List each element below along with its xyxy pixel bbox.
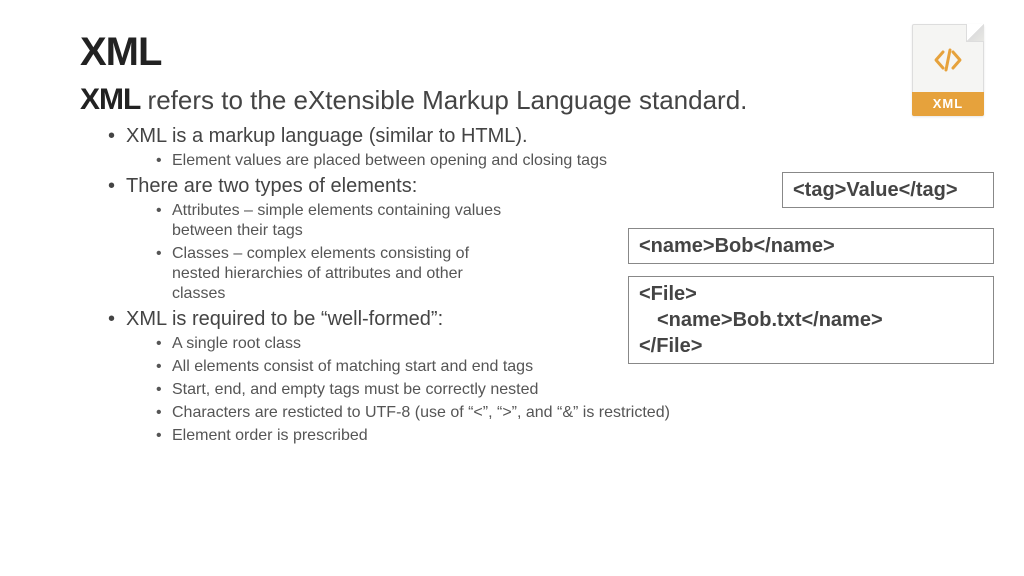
bullet-text: Attributes – simple elements containing … <box>172 202 501 239</box>
bullet-text: Characters are resticted to UTF-8 (use o… <box>172 404 670 421</box>
bullet-text: All elements consist of matching start a… <box>172 358 533 375</box>
xml-icon-label: XML <box>912 92 984 116</box>
code-example-name: <name>Bob</name> <box>628 228 994 264</box>
list-item: XML is a markup language (similar to HTM… <box>108 125 964 171</box>
bullet-text: XML is a markup language (similar to HTM… <box>126 125 528 147</box>
slide-title: XML <box>80 30 964 75</box>
subtitle-rest: refers to the eXtensible Markup Language… <box>140 85 747 115</box>
list-item: Element order is prescribed <box>156 426 964 446</box>
xml-file-icon: XML <box>912 24 984 116</box>
slide-subtitle: XML refers to the eXtensible Markup Lang… <box>80 83 964 117</box>
slide: XML XML XML refers to the eXtensible Mar… <box>0 0 1024 576</box>
list-item: Attributes – simple elements containing … <box>156 201 516 241</box>
code-text: <File> <box>639 283 697 305</box>
code-text: <name>Bob.txt</name> <box>639 307 983 333</box>
bullet-text: Element order is prescribed <box>172 427 368 444</box>
subtitle-bold: XML <box>80 83 140 116</box>
list-item: Start, end, and empty tags must be corre… <box>156 380 964 400</box>
code-text: </File> <box>639 335 702 357</box>
bullet-text: XML is required to be “well-formed”: <box>126 308 443 330</box>
code-text: <tag>Value</tag> <box>793 179 958 201</box>
list-item: Element values are placed between openin… <box>156 151 964 171</box>
code-example-tag: <tag>Value</tag> <box>782 172 994 208</box>
code-brackets-icon <box>930 42 966 78</box>
bullet-text: Element values are placed between openin… <box>172 152 607 169</box>
bullet-text: Start, end, and empty tags must be corre… <box>172 381 538 398</box>
code-text: <name>Bob</name> <box>639 235 835 257</box>
bullet-text: A single root class <box>172 335 301 352</box>
list-item: Classes – complex elements consisting of… <box>156 244 516 304</box>
code-example-file: <File> <name>Bob.txt</name> </File> <box>628 276 994 364</box>
list-item: Characters are resticted to UTF-8 (use o… <box>156 403 964 423</box>
bullet-text: Classes – complex elements consisting of… <box>172 245 469 302</box>
bullet-text: There are two types of elements: <box>126 175 417 197</box>
